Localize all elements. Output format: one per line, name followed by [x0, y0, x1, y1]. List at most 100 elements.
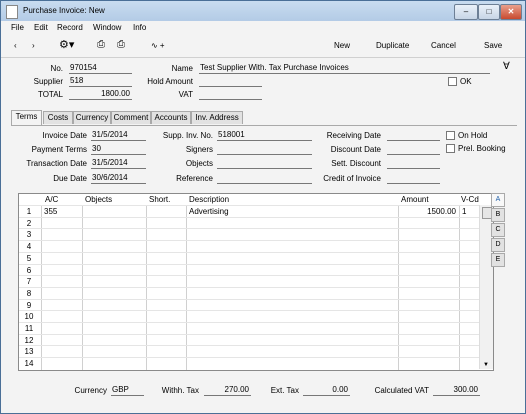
minimize-button[interactable]: –	[454, 4, 478, 20]
name-label: Name	[171, 64, 193, 73]
col-vcd-header: V-Cd	[461, 195, 479, 204]
side-tab-c[interactable]: C	[491, 223, 505, 237]
supplier-field[interactable]: 518	[69, 76, 132, 87]
receiving-date-label: Receiving Date	[326, 131, 381, 140]
cell-short[interactable]	[149, 358, 183, 370]
no-field[interactable]: 970154	[69, 63, 132, 74]
menu-info[interactable]: Info	[133, 23, 146, 32]
calculated-vat-label: Calculated VAT	[374, 386, 429, 395]
receiving-date-field[interactable]	[387, 130, 440, 141]
supp-inv-no-field[interactable]: 518001	[217, 130, 312, 141]
cell-objects[interactable]	[85, 358, 143, 370]
window-icon	[6, 5, 18, 19]
objects-label: Objects	[185, 159, 213, 168]
side-tab-e[interactable]: E	[491, 253, 505, 267]
scroll-down-icon[interactable]: ▼	[483, 362, 489, 368]
tab-comment[interactable]: Comment	[111, 111, 151, 124]
invoice-date-field[interactable]: 31/5/2014	[91, 130, 146, 141]
invoice-rows-grid: A/C Objects Short. Description Amount V-…	[18, 193, 494, 371]
vat-label: VAT	[178, 90, 193, 99]
currency-label: Currency	[74, 386, 107, 395]
tab-currency[interactable]: Currency	[73, 111, 111, 124]
footer-totals: Currency GBP Withh. Tax 270.00 Ext. Tax …	[1, 384, 525, 398]
due-date-label: Due Date	[53, 174, 87, 183]
activity-icon[interactable]: ∿ +	[151, 41, 165, 50]
purchase-invoice-window: Purchase Invoice: New – □ ✕ File Edit Re…	[0, 0, 526, 414]
transaction-date-field[interactable]: 31/5/2014	[91, 158, 146, 169]
ok-checkbox[interactable]	[448, 77, 457, 86]
name-field[interactable]: Test Supplier With. Tax Purchase Invoice…	[199, 63, 490, 74]
credit-of-invoice-field[interactable]	[387, 173, 440, 184]
window-title: Purchase Invoice: New	[23, 6, 105, 15]
col-ac-header: A/C	[45, 195, 59, 204]
vat-field	[199, 89, 262, 100]
side-tab-b[interactable]: B	[491, 208, 505, 222]
reference-label: Reference	[176, 174, 213, 183]
discount-date-label: Discount Date	[330, 145, 381, 154]
ext-tax-field: 0.00	[303, 385, 350, 396]
signers-label: Signers	[185, 145, 213, 154]
gear-icon[interactable]: ⚙▾	[59, 38, 74, 51]
attachment-icon[interactable]: ∀	[503, 61, 510, 72]
payment-terms-label: Payment Terms	[31, 145, 87, 154]
total-label: TOTAL	[37, 90, 63, 99]
credit-of-invoice-label: Credit of Invoice	[323, 174, 381, 183]
currency-field[interactable]: GBP	[111, 385, 144, 396]
tab-terms[interactable]: Terms	[11, 110, 42, 125]
payment-terms-field[interactable]: 30	[91, 144, 146, 155]
supplier-label: Supplier	[33, 77, 63, 86]
tab-costs[interactable]: Costs	[43, 111, 73, 124]
hold-amount-field[interactable]	[199, 76, 262, 87]
terms-panel: Invoice Date 31/5/2014 Payment Terms 30 …	[11, 125, 517, 188]
ok-label: OK	[460, 77, 472, 86]
tab-accounts[interactable]: Accounts	[151, 111, 191, 124]
cancel-button[interactable]: Cancel	[431, 41, 456, 50]
sett-discount-field[interactable]	[387, 158, 440, 169]
duplicate-button[interactable]: Duplicate	[376, 41, 409, 50]
maximize-button[interactable]: □	[478, 4, 500, 20]
objects-field[interactable]	[217, 158, 312, 169]
side-tab-d[interactable]: D	[491, 238, 505, 252]
menu-file[interactable]: File	[11, 23, 24, 32]
header-section: No. 970154 Name Test Supplier With. Tax …	[3, 58, 523, 106]
sett-discount-label: Sett. Discount	[331, 159, 381, 168]
menu-edit[interactable]: Edit	[34, 23, 48, 32]
withh-tax-field: 270.00	[204, 385, 251, 396]
cell-description[interactable]	[189, 358, 394, 370]
transaction-date-label: Transaction Date	[26, 159, 87, 168]
close-button[interactable]: ✕	[500, 4, 522, 20]
print-icon[interactable]: ⎙	[97, 39, 105, 50]
tab-inv-address[interactable]: Inv. Address	[191, 111, 243, 124]
prel-booking-checkbox[interactable]	[446, 144, 455, 153]
next-record-icon[interactable]: ›	[32, 41, 35, 50]
new-button[interactable]: New	[334, 41, 350, 50]
previous-record-icon[interactable]: ‹	[14, 41, 17, 50]
on-hold-checkbox[interactable]	[446, 131, 455, 140]
discount-date-field[interactable]	[387, 144, 440, 155]
on-hold-label: On Hold	[458, 131, 488, 140]
due-date-field[interactable]: 30/6/2014	[91, 173, 146, 184]
invoice-date-label: Invoice Date	[42, 131, 87, 140]
withh-tax-label: Withh. Tax	[161, 386, 199, 395]
print-preview-icon[interactable]: ⎙	[117, 39, 125, 50]
title-bar: Purchase Invoice: New – □ ✕	[1, 1, 525, 21]
menu-bar: File Edit Record Window Info	[1, 21, 525, 35]
signers-field[interactable]	[217, 144, 312, 155]
cell-ac[interactable]	[44, 358, 80, 370]
prel-booking-label: Prel. Booking	[458, 144, 506, 153]
menu-window[interactable]: Window	[93, 23, 121, 32]
col-amount-header: Amount	[401, 195, 429, 204]
cell-amount[interactable]	[401, 358, 456, 370]
row-number: 14	[24, 359, 34, 369]
calculated-vat-field: 300.00	[433, 385, 480, 396]
hold-amount-label: Hold Amount	[147, 77, 193, 86]
table-row[interactable]: 14	[19, 357, 493, 370]
no-label: No.	[50, 64, 63, 73]
ext-tax-label: Ext. Tax	[270, 386, 299, 395]
save-button[interactable]: Save	[484, 41, 502, 50]
menu-record[interactable]: Record	[57, 23, 83, 32]
cell-vcd[interactable]	[462, 358, 476, 370]
col-short-header: Short.	[149, 195, 171, 204]
side-tab-a[interactable]: A	[491, 193, 505, 207]
reference-field[interactable]	[217, 173, 312, 184]
